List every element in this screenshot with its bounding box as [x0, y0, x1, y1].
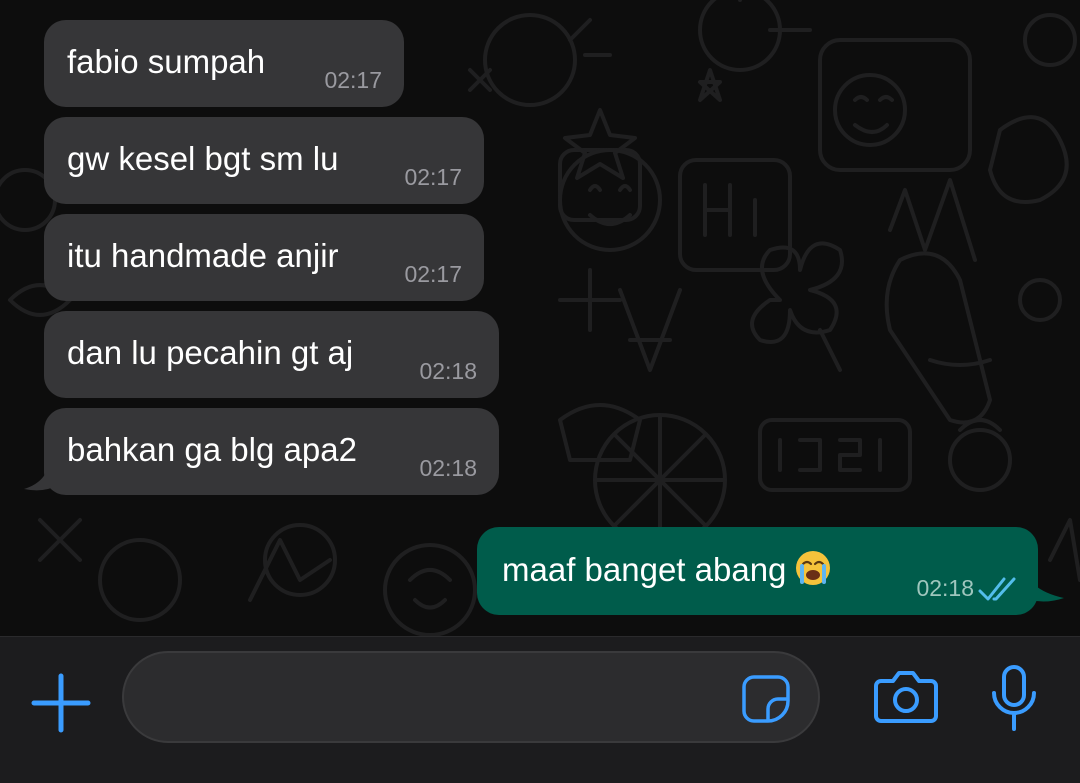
camera-icon[interactable] [873, 667, 939, 727]
outgoing-message[interactable]: maaf banget abang 02:18 [477, 527, 1038, 615]
message-text-field[interactable] [122, 651, 820, 743]
incoming-message[interactable]: fabio sumpah 02:17 [44, 20, 404, 107]
message-text: itu handmade anjir [67, 237, 339, 274]
message-time: 02:17 [404, 164, 462, 190]
message-text: gw kesel bgt sm lu [67, 140, 339, 177]
message-text: bahkan ga blg apa2 [67, 431, 357, 468]
message-time: 02:18 [916, 575, 974, 601]
message-time: 02:17 [324, 67, 382, 93]
loudly-crying-face-icon [796, 551, 831, 585]
read-receipt-icon [978, 577, 1016, 601]
incoming-message[interactable]: bahkan ga blg apa2 02:18 [44, 408, 499, 495]
outgoing-bubble-tail [1020, 560, 1064, 602]
message-text: dan lu pecahin gt aj [67, 334, 354, 371]
plus-icon[interactable] [30, 672, 92, 734]
incoming-message[interactable]: dan lu pecahin gt aj 02:18 [44, 311, 499, 398]
message-list[interactable]: fabio sumpah 02:17 gw kesel bgt sm lu 02… [0, 0, 1080, 636]
chat-screen: fabio sumpah 02:17 gw kesel bgt sm lu 02… [0, 0, 1080, 783]
message-text: fabio sumpah [67, 43, 266, 80]
message-time: 02:18 [419, 358, 477, 384]
sticker-icon[interactable] [740, 673, 792, 725]
message-time: 02:17 [404, 261, 462, 287]
microphone-icon[interactable] [988, 663, 1040, 733]
message-input-bar [0, 636, 1080, 783]
incoming-message[interactable]: gw kesel bgt sm lu 02:17 [44, 117, 484, 204]
message-input[interactable] [150, 653, 730, 741]
message-text: maaf banget abang [502, 549, 832, 590]
message-time: 02:18 [419, 455, 477, 481]
incoming-bubble-tail [24, 455, 58, 491]
incoming-message[interactable]: itu handmade anjir 02:17 [44, 214, 484, 301]
